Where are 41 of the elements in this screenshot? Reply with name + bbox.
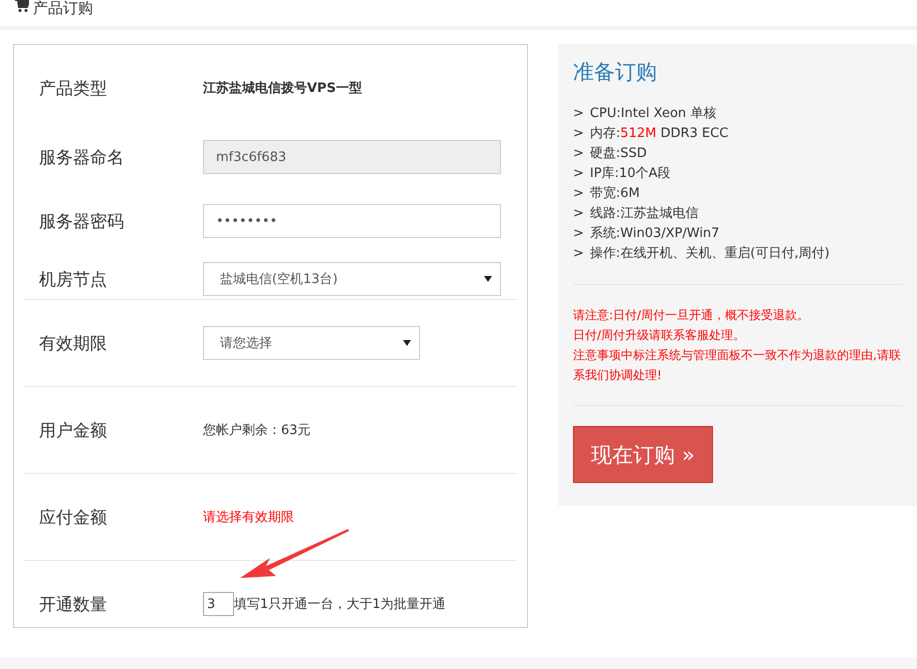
notice-text: 日付/周付升级请联系客服处理。 bbox=[573, 327, 746, 344]
spec-text: 内存:512M DDR3 ECC bbox=[590, 125, 728, 143]
field-value: 您帐户剩余：63元 bbox=[203, 422, 311, 439]
panel-title: 准备订购 bbox=[573, 59, 658, 86]
spec-text: 系统:Win03/XP/Win7 bbox=[590, 225, 720, 243]
spec-text: 硬盘:SSD bbox=[590, 145, 647, 163]
bullet-mark: > bbox=[573, 145, 584, 163]
field-label: 产品类型 bbox=[39, 78, 108, 100]
bullet-mark: > bbox=[573, 125, 584, 143]
field-value: 江苏盐城电信拨号VPS一型 bbox=[203, 80, 362, 97]
order-button[interactable]: 现在订购 » bbox=[573, 426, 713, 483]
bullet-mark: > bbox=[573, 205, 584, 223]
spec-text: 带宽:6M bbox=[590, 185, 640, 203]
field-label: 服务器命名 bbox=[39, 146, 125, 168]
field-label: 机房节点 bbox=[39, 268, 108, 290]
spec-text: CPU:Intel Xeon 单核 bbox=[590, 105, 716, 123]
field-label: 服务器密码 bbox=[39, 210, 125, 232]
caret-icon bbox=[403, 340, 411, 346]
spec-text: IP库:10个A段 bbox=[590, 165, 670, 183]
dropdown[interactable]: 请您选择 bbox=[203, 326, 420, 360]
spec-text: 线路:江苏盐城电信 bbox=[590, 205, 698, 223]
field-label: 应付金额 bbox=[39, 506, 108, 528]
notice-text: 注意事项中标注系统与管理面板不一致不作为退款的理由,请联系我们协调处理! bbox=[573, 347, 902, 384]
page-title: 产品订购 bbox=[33, 0, 93, 16]
dropdown[interactable]: 盐城电信(空机13台) bbox=[203, 262, 501, 296]
bullet-mark: > bbox=[573, 165, 584, 183]
caret-icon bbox=[484, 276, 492, 282]
field-label: 用户金额 bbox=[39, 420, 108, 442]
field-label: 有效期限 bbox=[39, 332, 108, 354]
bullet-mark: > bbox=[573, 225, 584, 243]
notice-text: 请注意:日付/周付一旦开通，概不接受退款。 bbox=[573, 307, 810, 324]
input-field[interactable]: 3 bbox=[203, 592, 234, 616]
warning-text: 请选择有效期限 bbox=[203, 509, 294, 526]
bullet-mark: > bbox=[573, 105, 584, 123]
bullet-mark: > bbox=[573, 245, 584, 263]
spec-text: 操作:在线开机、关机、重启(可日付,周付) bbox=[590, 245, 830, 263]
password-field[interactable]: •••••••• bbox=[203, 204, 501, 238]
bullet-mark: > bbox=[573, 185, 584, 203]
cart-icon bbox=[15, 0, 29, 12]
field-label: 开通数量 bbox=[39, 594, 108, 616]
hint-text: 填写1只开通一台，大于1为批量开通 bbox=[234, 596, 446, 613]
